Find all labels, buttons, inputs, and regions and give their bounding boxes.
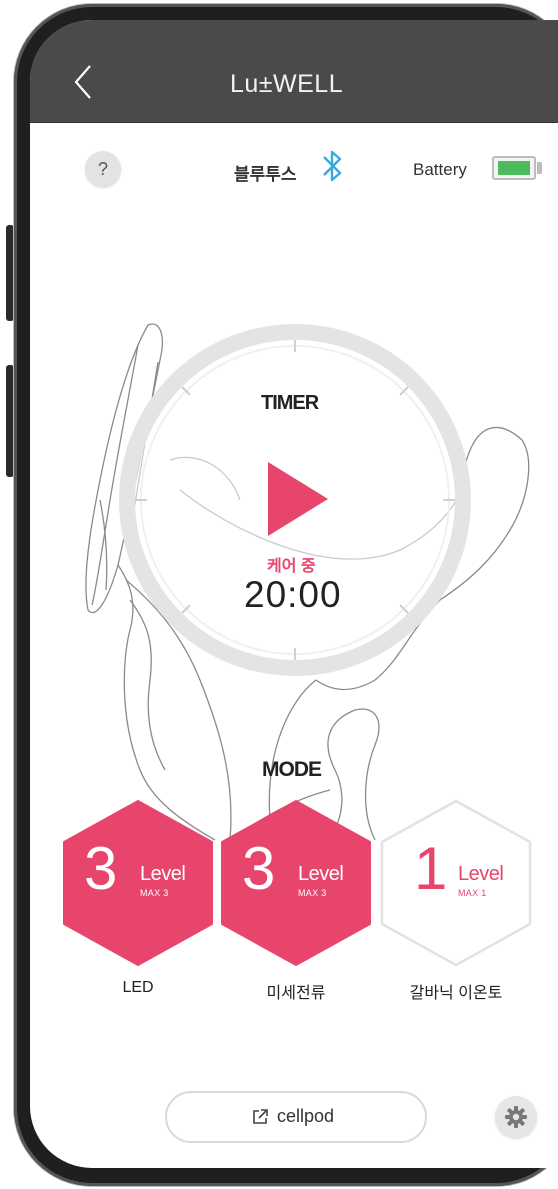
- volume-button: [6, 225, 14, 321]
- chevron-left-icon: [74, 65, 91, 99]
- mode-level-value: 1: [414, 835, 448, 902]
- mode-level-label: Level: [140, 863, 186, 885]
- external-link-icon: [253, 1109, 268, 1124]
- settings-button[interactable]: [495, 1096, 537, 1138]
- care-status-text: 케어 중: [267, 558, 316, 575]
- timer-title: TIMER: [261, 392, 319, 414]
- mode-max-label: MAX 3: [140, 888, 169, 898]
- mode-level-label: Level: [298, 863, 344, 885]
- mode-led-label: LED: [122, 979, 154, 996]
- cellpod-link-button[interactable]: cellpod: [165, 1091, 427, 1143]
- mode-level-value: 3: [242, 835, 276, 902]
- mode-galvanic-label: 갈바닉 이온토: [409, 985, 503, 1002]
- mode-microcurrent-label: 미세전류: [266, 985, 326, 1002]
- cellpod-label: cellpod: [277, 1106, 335, 1126]
- bluetooth-label: 블루투스: [234, 165, 297, 184]
- hexagon-shape: [380, 799, 532, 967]
- battery-label: Battery: [413, 160, 467, 179]
- app-header: Lu±WELL: [30, 20, 558, 123]
- battery-indicator: [492, 156, 536, 180]
- mode-microcurrent-button[interactable]: 3 Level MAX 3: [218, 797, 374, 969]
- power-button: [6, 365, 14, 477]
- mode-title: MODE: [262, 758, 322, 781]
- play-icon: [268, 462, 328, 536]
- bluetooth-icon[interactable]: [320, 147, 344, 185]
- app-screen: Lu±WELL ? 블루투스 Battery TIMER 케어 중 20:00 …: [30, 20, 558, 1168]
- mode-level-value: 3: [84, 835, 118, 902]
- battery-level-fill: [498, 161, 530, 175]
- battery-tip: [537, 162, 542, 174]
- play-button[interactable]: [266, 460, 330, 538]
- mode-led-button[interactable]: 3 Level MAX 3: [60, 797, 216, 969]
- help-button[interactable]: ?: [85, 151, 121, 187]
- timer-value: 20:00: [244, 574, 342, 615]
- app-title: Lu±WELL: [230, 70, 344, 98]
- mode-max-label: MAX 3: [298, 888, 327, 898]
- mode-level-label: Level: [458, 863, 504, 885]
- back-button[interactable]: [68, 62, 98, 102]
- gear-icon: [505, 1106, 527, 1128]
- mode-galvanic-button[interactable]: 1 Level MAX 1: [378, 797, 534, 969]
- mode-max-label: MAX 1: [458, 888, 487, 898]
